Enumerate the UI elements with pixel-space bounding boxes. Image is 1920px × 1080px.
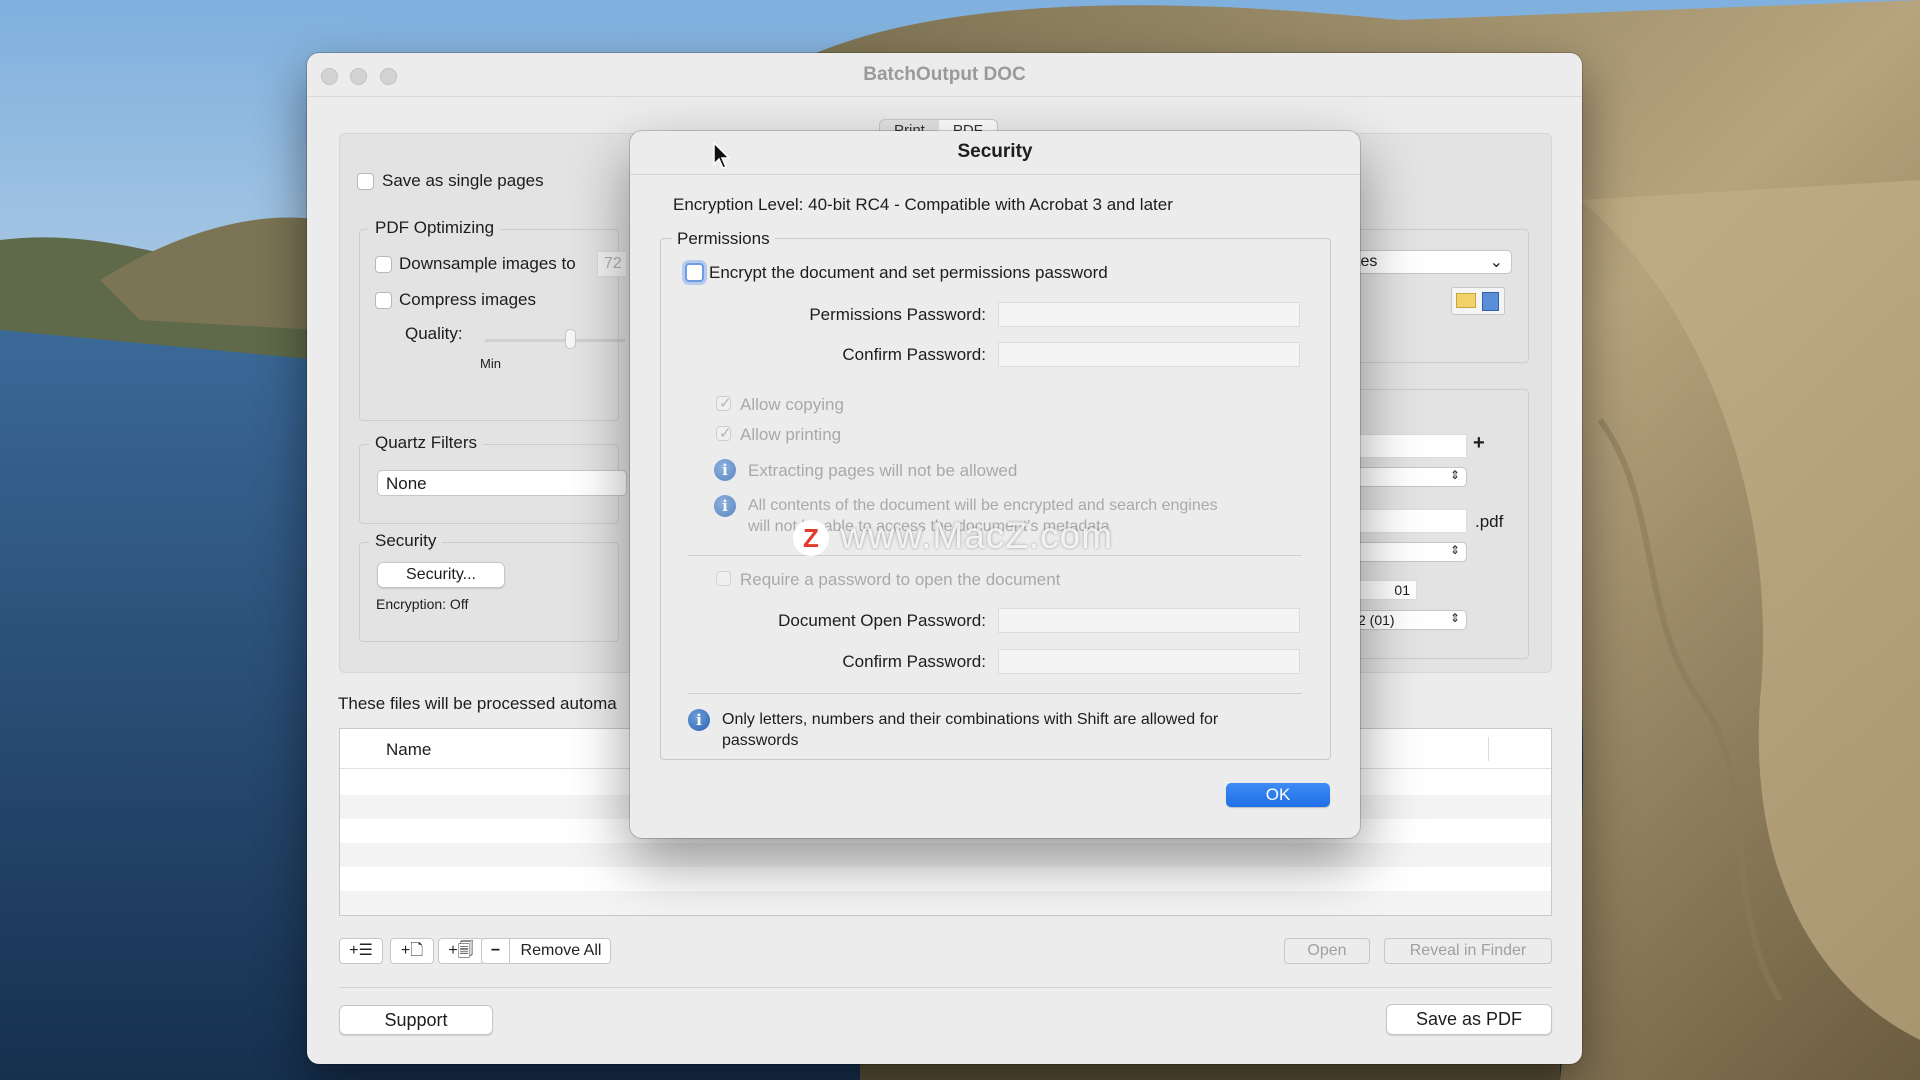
confirm-password-label: Confirm Password: <box>842 345 986 364</box>
info-icon: i <box>714 459 736 481</box>
folder-buttons <box>1451 287 1505 315</box>
quality-label: Quality: <box>405 324 463 343</box>
reveal-in-finder-button[interactable]: Reveal in Finder <box>1384 938 1552 964</box>
watermark-text: www.MacZ.com <box>840 515 1114 556</box>
security-group <box>359 542 619 642</box>
mouse-pointer-icon <box>713 142 731 169</box>
encrypt-label: Encrypt the document and set permissions… <box>709 263 1108 282</box>
new-folder-icon[interactable] <box>1456 293 1476 308</box>
allow-copying-label: Allow copying <box>740 395 844 414</box>
info-icon: i <box>688 709 710 731</box>
confirm-open-password-label: Confirm Password: <box>842 652 986 671</box>
security-button[interactable]: Security... <box>377 562 505 588</box>
permissions-password-label: Permissions Password: <box>809 305 986 324</box>
confirm-open-password-field[interactable] <box>998 649 1300 674</box>
add-token-icon[interactable]: + <box>1473 432 1485 455</box>
table-row[interactable] <box>340 891 1551 915</box>
require-password-checkbox[interactable] <box>716 571 731 586</box>
chevron-down-icon: ⌄ <box>1489 254 1503 271</box>
permissions-title: Permissions <box>672 229 775 249</box>
require-password-label: Require a password to open the document <box>740 570 1061 589</box>
info-letters-line1: Only letters, numbers and their combinat… <box>722 711 1219 728</box>
info-contents-line1: All contents of the document will be enc… <box>748 497 1218 514</box>
dialog-title: Security <box>957 141 1033 162</box>
allow-copying-checkbox[interactable] <box>716 394 732 412</box>
updown-icon: ⇕ <box>1449 468 1460 482</box>
remove-all-button[interactable]: Remove All <box>512 939 610 963</box>
info-extracting-text: Extracting pages will not be allowed <box>748 461 1018 480</box>
quality-min-label: Min <box>480 356 501 371</box>
open-button[interactable]: Open <box>1284 938 1370 964</box>
remove-button[interactable]: − <box>482 939 510 963</box>
quality-slider-knob[interactable] <box>565 329 576 349</box>
pdf-optimizing-title: PDF Optimizing <box>369 218 501 238</box>
quality-slider-track[interactable] <box>485 339 625 342</box>
compress-images-checkbox[interactable] <box>375 292 392 309</box>
encryption-status: Encryption: Off <box>376 596 469 612</box>
encrypt-checkbox[interactable] <box>685 263 704 282</box>
security-dialog: Security Encryption Level: 40-bit RC4 - … <box>630 131 1360 838</box>
window-titlebar: BatchOutput DOC <box>307 53 1582 97</box>
save-as-pdf-button[interactable]: Save as PDF <box>1386 1004 1552 1035</box>
divider <box>688 693 1302 694</box>
info-letters-line2: passwords <box>722 732 799 749</box>
window-title: BatchOutput DOC <box>863 64 1026 85</box>
security-group-title: Security <box>369 531 443 551</box>
save-single-pages-label: Save as single pages <box>382 171 544 190</box>
confirm-password-field[interactable] <box>998 342 1300 367</box>
downsample-label: Downsample images to <box>399 254 576 273</box>
pdf-suffix-label: .pdf <box>1475 512 1504 531</box>
support-button[interactable]: Support <box>339 1005 493 1035</box>
info-icon: i <box>714 495 736 517</box>
files-caption: These files will be processed automa <box>338 694 617 713</box>
bookmark-icon[interactable] <box>1482 292 1499 311</box>
updown-icon: ⇕ <box>1449 543 1460 557</box>
remove-all-group: − Remove All <box>481 938 611 964</box>
add-file-button[interactable]: +🗋 <box>390 938 434 964</box>
ok-button[interactable]: OK <box>1226 783 1330 807</box>
quartz-filters-title: Quartz Filters <box>369 433 484 453</box>
updown-icon: ⇕ <box>1449 611 1460 625</box>
watermark-logo: Z <box>793 520 829 556</box>
compress-images-label: Compress images <box>399 290 536 309</box>
permissions-password-field[interactable] <box>998 302 1300 327</box>
allow-printing-label: Allow printing <box>740 425 842 444</box>
add-files-button[interactable]: +🗐 <box>438 938 484 964</box>
footer-divider <box>339 987 1552 988</box>
downsample-checkbox[interactable] <box>375 256 392 273</box>
right-format-popup[interactable]: tes ⌄ <box>1347 250 1512 274</box>
column-name-header[interactable]: Name <box>386 740 431 760</box>
downsample-value-field[interactable]: 72 <box>597 251 627 277</box>
document-open-password-label: Document Open Password: <box>778 611 986 630</box>
save-single-pages-checkbox[interactable] <box>357 173 374 190</box>
quartz-filter-popup[interactable]: None <box>377 470 627 496</box>
encryption-level-label: Encryption Level: 40-bit RC4 - Compatibl… <box>673 195 1173 214</box>
allow-printing-checkbox[interactable] <box>716 424 732 442</box>
document-open-password-field[interactable] <box>998 608 1300 633</box>
add-list-button[interactable]: +☰ <box>339 938 383 964</box>
table-row[interactable] <box>340 843 1551 867</box>
number-format-value: 2 (01) <box>1358 612 1395 628</box>
